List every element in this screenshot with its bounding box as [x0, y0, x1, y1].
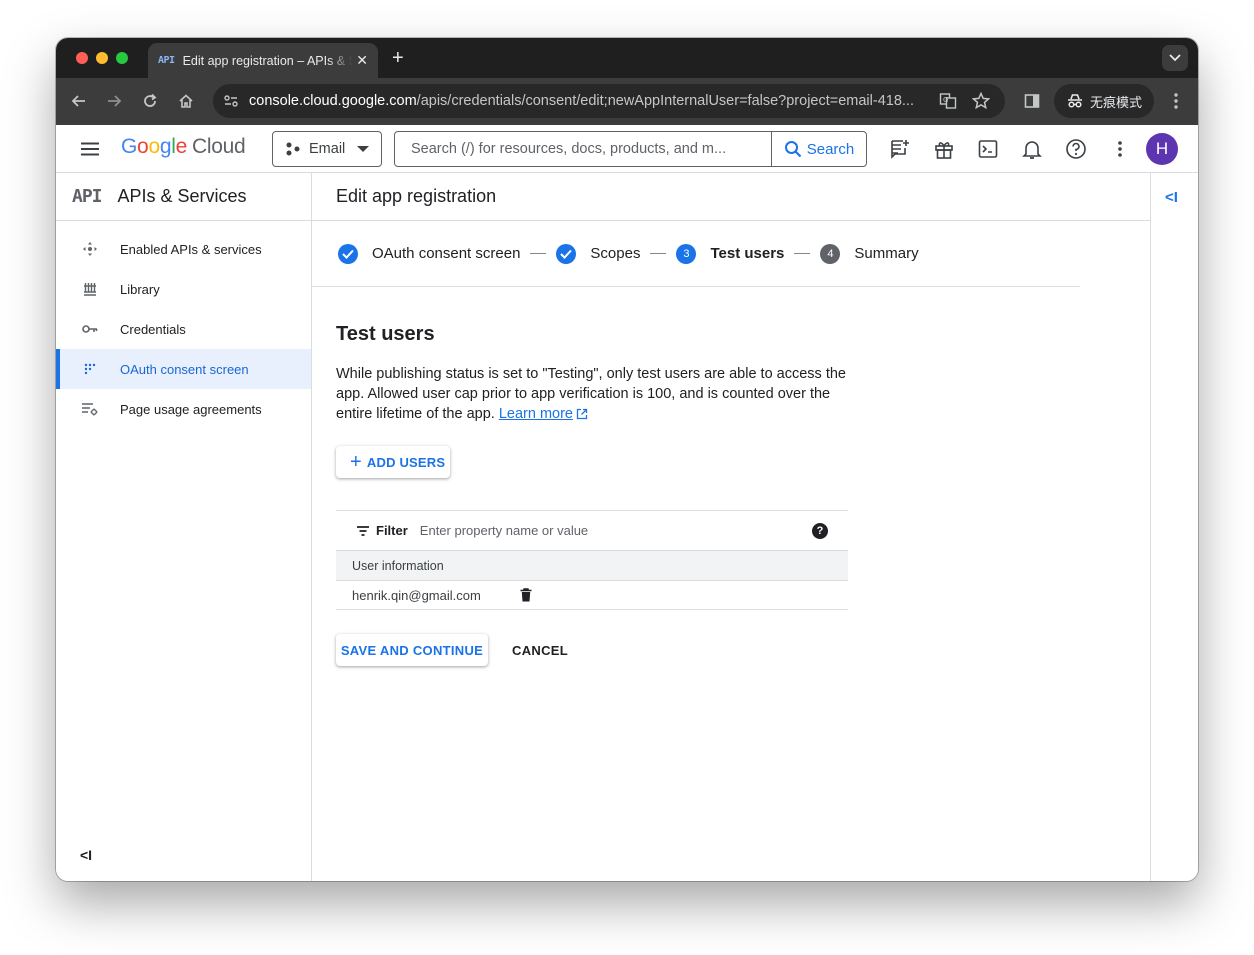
incognito-icon: [1068, 94, 1082, 108]
minimize-window-button[interactable]: [96, 52, 108, 64]
project-hub-icon: [286, 142, 300, 156]
bookmark-star-icon[interactable]: [970, 90, 992, 112]
step-number-badge: 4: [820, 243, 841, 264]
main-content: Edit app registration OAuth consent scre…: [312, 173, 1150, 881]
incognito-indicator[interactable]: 无痕模式: [1054, 84, 1154, 118]
table-row: henrik.qin@gmail.com: [336, 581, 848, 610]
filter-bar: Filter Enter property name or value ?: [336, 511, 848, 551]
test-users-table: Filter Enter property name or value ? Us…: [336, 510, 848, 610]
library-icon: [78, 282, 102, 296]
gift-icon[interactable]: [932, 137, 956, 161]
api-badge-icon: API: [72, 186, 102, 207]
expand-panel-icon[interactable]: <I: [1165, 189, 1178, 206]
add-users-button[interactable]: + ADD USERS: [336, 446, 450, 478]
tab-strip: API Edit app registration – APIs & Servi…: [56, 38, 1198, 78]
key-icon: [78, 324, 102, 334]
sidebar-list: Enabled APIs & services Library Credenti…: [56, 221, 311, 429]
table-header: User information: [336, 551, 848, 581]
column-header-user-information[interactable]: User information: [352, 559, 444, 573]
tab-title: Edit app registration – APIs & Services: [182, 53, 353, 68]
learn-more-link[interactable]: Learn more: [499, 406, 573, 422]
test-users-section: Test users While publishing status is se…: [336, 323, 856, 666]
step-oauth-consent[interactable]: OAuth consent screen: [338, 243, 520, 264]
forward-icon[interactable]: [103, 90, 125, 112]
close-window-button[interactable]: [76, 52, 88, 64]
step-number-badge: 3: [676, 243, 697, 264]
step-separator: [530, 253, 547, 254]
new-tab-icon[interactable]: +: [392, 46, 404, 70]
filter-input[interactable]: Enter property name or value: [420, 523, 588, 538]
site-settings-icon[interactable]: [221, 91, 241, 111]
right-rail: <I: [1150, 173, 1198, 881]
user-email: henrik.qin@gmail.com: [352, 587, 481, 603]
check-circle-icon: [556, 243, 577, 264]
browser-toolbar: console.cloud.google.com/apis/credential…: [56, 78, 1198, 125]
collapse-sidebar-icon[interactable]: <I: [80, 847, 92, 863]
translate-icon[interactable]: G: [937, 90, 959, 112]
chevron-down-icon: [1169, 54, 1181, 62]
sidebar-header: API APIs & Services: [56, 173, 311, 221]
maximize-window-button[interactable]: [116, 52, 128, 64]
cloud-header: Google Cloud Email Search (/) for resourc…: [56, 125, 1198, 173]
url-text[interactable]: console.cloud.google.com/apis/credential…: [249, 93, 939, 109]
search-box[interactable]: Search (/) for resources, docs, products…: [394, 131, 867, 167]
help-icon[interactable]: [1064, 137, 1088, 161]
section-title: Test users: [336, 323, 435, 345]
search-icon: [784, 141, 802, 158]
search-button[interactable]: Search: [771, 132, 866, 166]
step-test-users[interactable]: 3 Test users: [676, 243, 784, 264]
sidebar-item-library[interactable]: Library: [56, 269, 311, 309]
section-description: While publishing status is set to "Testi…: [336, 366, 846, 422]
left-navigation: API APIs & Services Enabled APIs & servi…: [56, 173, 312, 881]
step-separator: [794, 253, 811, 254]
plus-icon: +: [350, 451, 362, 473]
check-circle-icon: [338, 243, 358, 264]
cancel-button[interactable]: CANCEL: [512, 643, 568, 658]
sidebar-item-oauth-consent[interactable]: OAuth consent screen: [56, 349, 311, 389]
step-scopes[interactable]: Scopes: [556, 243, 640, 264]
dots-grid-icon: [78, 362, 102, 376]
notifications-bell-icon[interactable]: [1020, 137, 1044, 161]
sidebar-item-page-usage[interactable]: Page usage agreements: [56, 389, 311, 429]
step-summary[interactable]: 4 Summary: [820, 243, 919, 264]
filter-label: Filter: [376, 523, 408, 538]
browser-menu-icon[interactable]: [1165, 90, 1187, 112]
filter-icon: [357, 525, 369, 536]
cloud-shell-icon[interactable]: [976, 137, 1000, 161]
hub-icon: [78, 241, 102, 257]
dropdown-caret-icon: [357, 146, 369, 152]
sidebar-title: APIs & Services: [117, 186, 247, 206]
project-picker-button[interactable]: Email: [272, 131, 382, 167]
save-and-continue-button[interactable]: SAVE AND CONTINUE: [336, 634, 488, 666]
hamburger-menu-icon[interactable]: [78, 137, 102, 161]
page-title: Edit app registration: [312, 173, 1150, 221]
incognito-label: 无痕模式: [1090, 94, 1143, 110]
sidebar-item-enabled-apis[interactable]: Enabled APIs & services: [56, 229, 311, 269]
home-icon[interactable]: [175, 90, 197, 112]
svg-text:G: G: [943, 96, 948, 104]
reload-icon[interactable]: [139, 90, 161, 112]
form-actions: SAVE AND CONTINUE CANCEL: [336, 634, 856, 666]
feedback-icon[interactable]: [888, 137, 912, 161]
back-icon[interactable]: [68, 90, 90, 112]
address-bar[interactable]: console.cloud.google.com/apis/credential…: [213, 84, 1005, 118]
api-favicon-icon: API: [158, 55, 175, 66]
settings-list-icon: [78, 402, 102, 416]
tab-close-icon[interactable]: ✕: [356, 52, 368, 69]
side-panel-icon[interactable]: [1021, 90, 1043, 112]
account-avatar[interactable]: H: [1146, 133, 1178, 165]
sidebar-item-credentials[interactable]: Credentials: [56, 309, 311, 349]
stepper: OAuth consent screen Scopes 3 Test users…: [312, 221, 1080, 287]
search-input[interactable]: Search (/) for resources, docs, products…: [411, 141, 726, 157]
project-name: Email: [309, 141, 346, 157]
filter-help-icon[interactable]: ?: [812, 523, 828, 539]
external-link-icon[interactable]: [576, 408, 588, 420]
step-separator: [650, 253, 667, 254]
browser-tab-active[interactable]: API Edit app registration – APIs & Servi…: [148, 43, 378, 78]
browser-window: API Edit app registration – APIs & Servi…: [56, 38, 1198, 881]
google-cloud-logo[interactable]: Google Cloud: [121, 135, 246, 159]
trash-icon[interactable]: [520, 588, 532, 602]
tab-search-button[interactable]: [1162, 45, 1188, 71]
more-options-icon[interactable]: [1108, 137, 1132, 161]
